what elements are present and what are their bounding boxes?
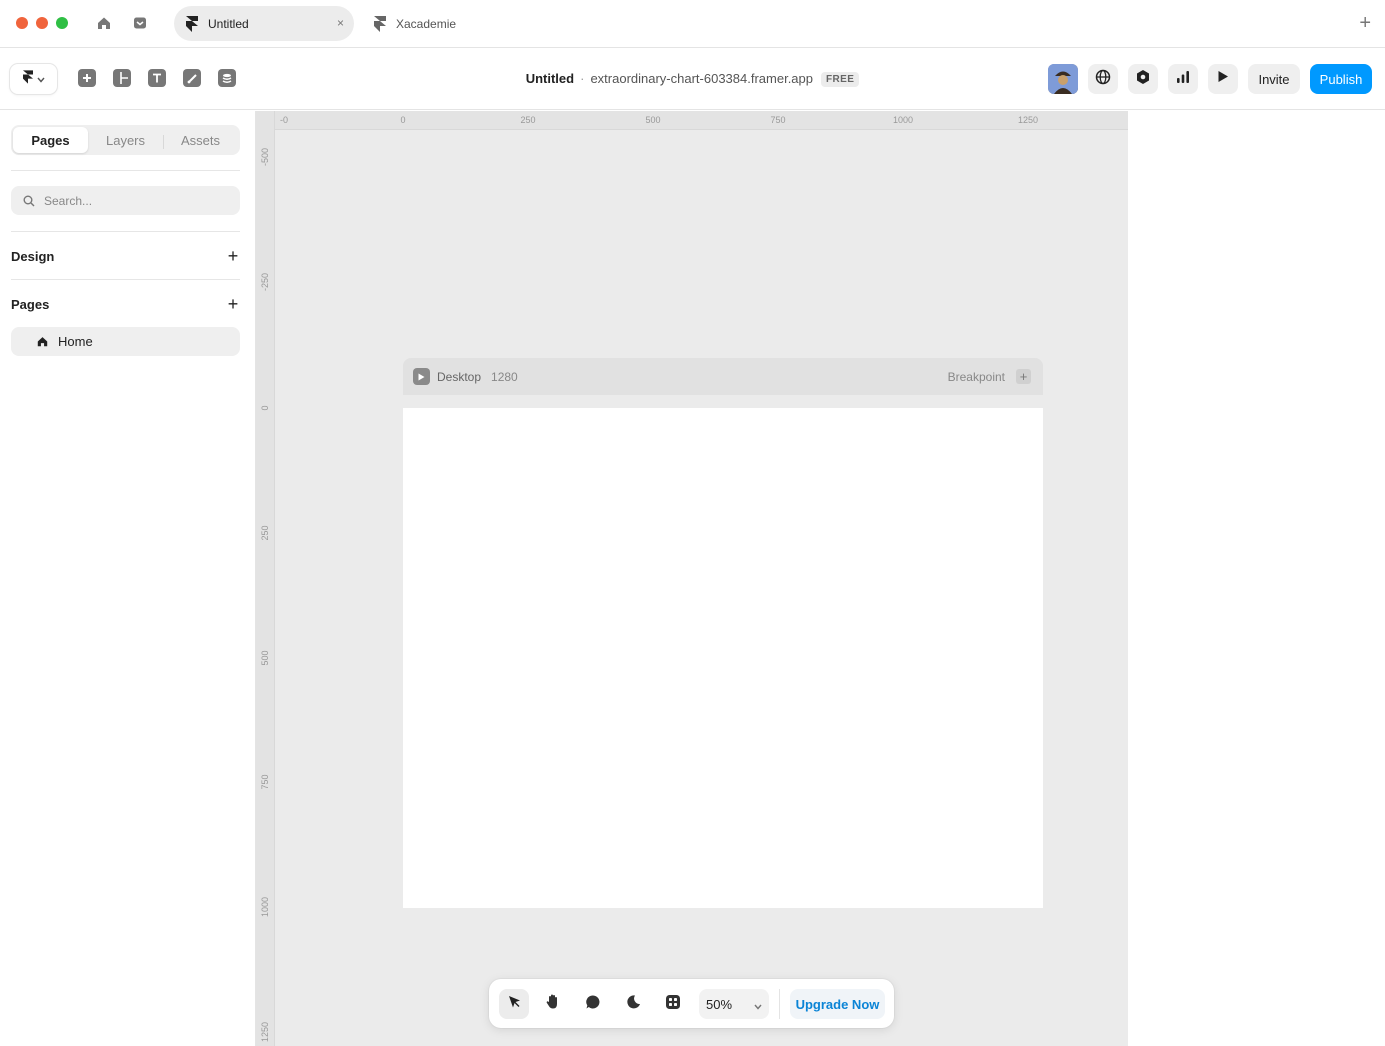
ruler-tick: -250	[260, 272, 270, 292]
avatar[interactable]	[1048, 64, 1078, 94]
hand-tool-button[interactable]	[538, 989, 568, 1019]
inbox-icon[interactable]	[130, 13, 150, 33]
ruler-tick: 250	[520, 115, 536, 125]
preview-button[interactable]	[1208, 64, 1238, 94]
upgrade-button[interactable]: Upgrade Now	[790, 989, 885, 1019]
project-name[interactable]: Untitled	[526, 71, 574, 86]
plugins-button[interactable]	[1128, 64, 1158, 94]
moon-icon	[626, 994, 641, 1014]
main-menu-button[interactable]	[10, 64, 57, 94]
add-page-button[interactable]: +	[226, 295, 240, 313]
ruler-tick: 250	[260, 525, 270, 541]
tab-layers[interactable]: Layers	[88, 127, 163, 153]
window-close-button[interactable]	[16, 17, 28, 29]
publish-button[interactable]: Publish	[1310, 64, 1372, 94]
breakpoint-label[interactable]: Breakpoint	[948, 370, 1005, 384]
ruler-tick: 500	[260, 650, 270, 666]
select-tool-button[interactable]	[499, 989, 529, 1019]
ruler-tick: 1250	[260, 1021, 270, 1043]
frame-name[interactable]: Desktop	[437, 370, 481, 384]
plan-badge: FREE	[821, 72, 860, 87]
new-tab-button[interactable]: +	[1359, 11, 1371, 35]
properties-panel	[1128, 111, 1385, 1046]
editor-toolbar: Untitled · extraordinary-chart-603384.fram…	[0, 49, 1385, 110]
divider	[11, 279, 240, 280]
framer-logo-icon	[374, 15, 386, 32]
desktop-frame[interactable]	[403, 408, 1043, 908]
bar-chart-icon	[1176, 70, 1190, 89]
browser-tab-bar: Untitled × Xacademie +	[0, 0, 1385, 48]
tab-close-button[interactable]: ×	[337, 16, 344, 30]
comment-tool-button[interactable]	[578, 989, 608, 1019]
ruler-tick: -500	[260, 147, 270, 167]
ruler-tick: 1250	[1017, 115, 1039, 125]
hexagon-icon	[1135, 69, 1151, 90]
ruler-tick: 1000	[260, 896, 270, 918]
section-title-design: Design	[11, 249, 55, 264]
search-field	[11, 186, 240, 215]
grid-icon	[665, 994, 681, 1015]
chevron-down-icon	[36, 70, 45, 88]
cursor-icon	[507, 994, 522, 1014]
components-button[interactable]	[658, 989, 688, 1019]
zoom-value: 50%	[706, 996, 733, 1012]
layout-button[interactable]	[113, 69, 131, 87]
play-icon	[1217, 70, 1229, 88]
ruler-tick: 750	[260, 774, 270, 790]
sidebar-item-home[interactable]: Home	[11, 327, 240, 356]
invite-button[interactable]: Invite	[1248, 64, 1300, 94]
divider	[11, 231, 240, 232]
tab-assets[interactable]: Assets	[163, 127, 238, 153]
framer-logo-icon	[186, 15, 198, 32]
add-breakpoint-button[interactable]: +	[1016, 369, 1031, 384]
ruler-tick: -0	[279, 115, 289, 125]
design-canvas[interactable]: -0 0 250 500 750 1000 1250 -500 -250 0 2…	[256, 111, 1128, 1046]
horizontal-ruler: -0 0 250 500 750 1000 1250	[256, 111, 1128, 130]
window-minimize-button[interactable]	[36, 17, 48, 29]
comment-icon	[585, 994, 601, 1015]
pen-tool-button[interactable]	[183, 69, 201, 87]
bottom-tool-dock: 50% Upgrade Now	[489, 979, 894, 1028]
text-tool-button[interactable]	[148, 69, 166, 87]
sidebar-tabs: Pages Layers Assets	[11, 125, 240, 155]
search-icon	[23, 194, 35, 212]
frame-preview-button[interactable]	[413, 368, 430, 385]
globe-icon	[1095, 69, 1111, 90]
hand-icon	[545, 993, 561, 1015]
theme-toggle-button[interactable]	[618, 989, 648, 1019]
left-sidebar: Pages Layers Assets Design + Pages + Hom…	[0, 111, 256, 1046]
site-settings-button[interactable]	[1088, 64, 1118, 94]
chevron-down-icon	[754, 998, 762, 1013]
tab-pages[interactable]: Pages	[13, 127, 88, 153]
window-zoom-button[interactable]	[56, 17, 68, 29]
cms-button[interactable]	[218, 69, 236, 87]
divider	[11, 170, 240, 171]
section-title-pages: Pages	[11, 297, 50, 312]
home-icon[interactable]	[94, 13, 114, 33]
vertical-ruler: -500 -250 0 250 500 750 1000 1250	[256, 111, 275, 1046]
title-separator: ·	[580, 71, 585, 86]
tab-label: Xacademie	[396, 16, 457, 31]
tab-untitled[interactable]: Untitled ×	[174, 6, 354, 41]
ruler-tick: 0	[400, 115, 406, 125]
ruler-tick: 500	[645, 115, 661, 125]
zoom-select[interactable]: 50%	[699, 989, 769, 1019]
insert-button[interactable]	[78, 69, 96, 87]
tab-xacademie[interactable]: Xacademie	[362, 6, 502, 41]
project-url[interactable]: extraordinary-chart-603384.framer.app	[590, 71, 813, 86]
search-input[interactable]	[44, 186, 229, 215]
add-design-button[interactable]: +	[226, 247, 240, 265]
frame-header[interactable]: Desktop 1280 Breakpoint +	[403, 358, 1043, 395]
ruler-tick: 1000	[892, 115, 914, 125]
ruler-tick: 0	[260, 405, 270, 411]
analytics-button[interactable]	[1168, 64, 1198, 94]
framer-logo-icon	[22, 69, 33, 89]
tab-label: Untitled	[208, 16, 249, 31]
frame-width: 1280	[491, 369, 518, 384]
divider	[779, 989, 780, 1019]
home-icon	[37, 336, 48, 347]
sidebar-item-label: Home	[58, 334, 93, 349]
ruler-tick: 750	[770, 115, 786, 125]
